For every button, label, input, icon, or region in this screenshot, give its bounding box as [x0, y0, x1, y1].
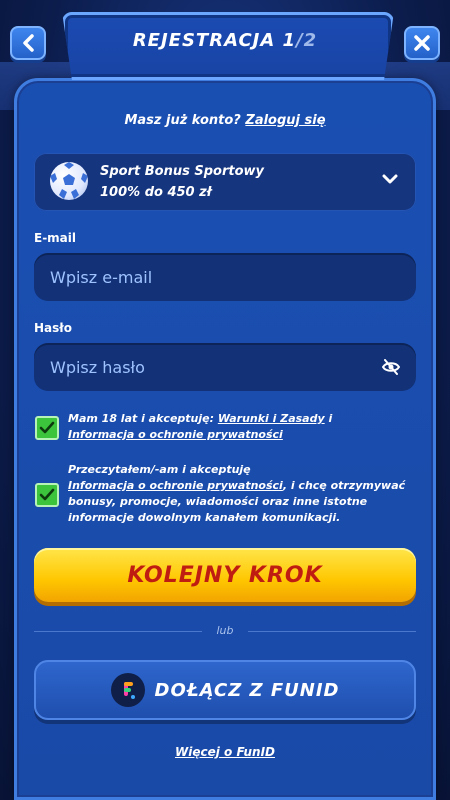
age-terms-consent: Mam 18 lat i akceptuję: Warunki i Zasady… — [68, 411, 418, 443]
terms-link[interactable]: Warunki i Zasady — [218, 412, 325, 425]
funid-logo-icon — [110, 673, 145, 707]
chevron-left-icon — [23, 34, 34, 52]
close-icon — [414, 35, 430, 51]
email-input[interactable] — [34, 253, 416, 301]
login-prompt: Masz już konto? — [124, 113, 241, 128]
password-label: Hasło — [34, 321, 72, 335]
divider-right — [248, 631, 416, 632]
privacy-link-2[interactable]: Informacja o ochronie prywatności — [68, 479, 283, 492]
funid-button[interactable]: DOŁĄCZ Z FUNID — [34, 660, 416, 720]
bonus-select[interactable]: Sport Bonus Sportowy 100% do 450 zł — [34, 153, 416, 211]
more-about-funid-link[interactable]: Więcej o FunID — [0, 745, 450, 759]
consent1-mid: i — [324, 412, 333, 425]
soccer-ball-icon — [50, 162, 88, 200]
funid-label: DOŁĄCZ Z FUNID — [154, 679, 340, 701]
title-step: /2 — [296, 30, 318, 51]
title-main: REJESTRACJA 1 — [132, 30, 297, 51]
checkmark-icon — [39, 421, 55, 434]
back-button[interactable] — [10, 26, 46, 60]
marketing-checkbox[interactable] — [35, 483, 59, 507]
marketing-consent: Przeczytałem/-am i akceptuję Informacja … — [68, 462, 418, 526]
chevron-down-icon — [382, 174, 398, 184]
age-terms-checkbox[interactable] — [35, 416, 59, 440]
login-link[interactable]: Zaloguj się — [245, 113, 325, 128]
close-button[interactable] — [404, 26, 440, 60]
consent2-line1: Przeczytałem/-am i akceptuję — [68, 463, 251, 476]
login-prompt-row: Masz już konto? Zaloguj się — [0, 113, 450, 128]
consent1-text: Mam 18 lat i akceptuję: — [68, 412, 218, 425]
checkmark-icon — [39, 488, 55, 501]
email-label: E-mail — [34, 231, 77, 245]
bonus-name: Sport Bonus Sportowy — [100, 164, 265, 179]
next-step-button[interactable]: KOLEJNY KROK — [34, 548, 416, 602]
privacy-link-1[interactable]: Informacja o ochronie prywatności — [68, 428, 283, 441]
eye-off-icon[interactable] — [382, 359, 400, 375]
bonus-offer: 100% do 450 zł — [100, 185, 212, 200]
page-title: REJESTRACJA 1/2 — [62, 30, 388, 51]
password-input[interactable] — [34, 343, 416, 391]
